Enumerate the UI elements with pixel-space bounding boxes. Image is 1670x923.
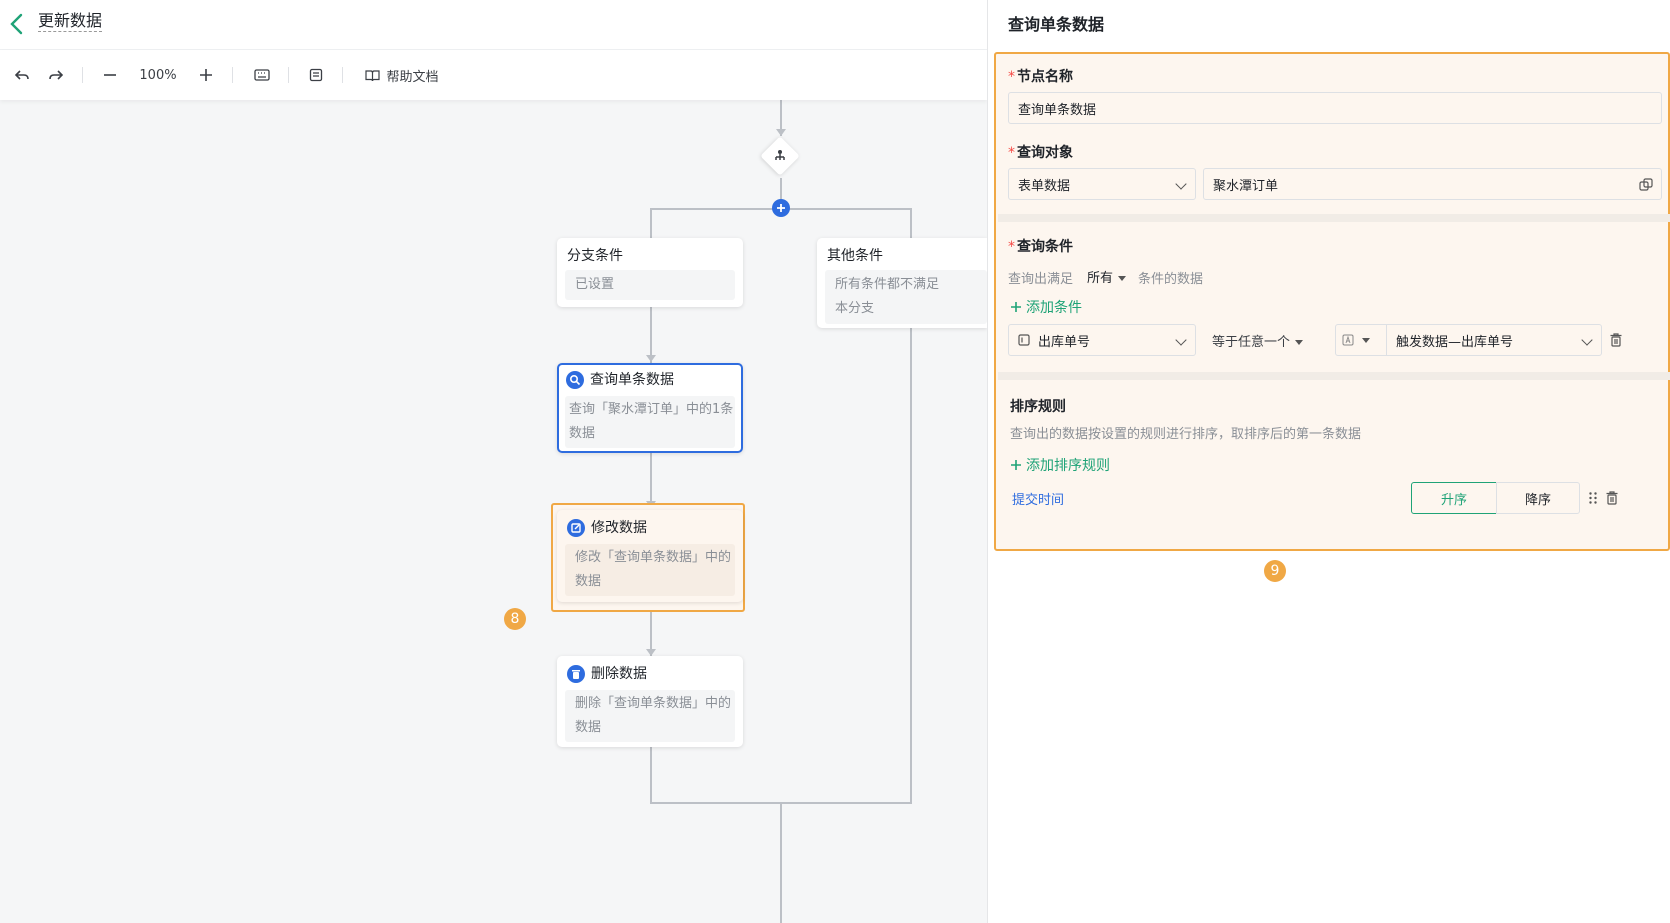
sort-ascending-button[interactable]: 升序 [1411, 482, 1497, 514]
query-object-type-select[interactable]: 表单数据 [1008, 168, 1196, 200]
modify-node-body-line1: 修改「查询单条数据」中的 [575, 550, 732, 565]
node-name-label: * 节点名称 [1008, 69, 1073, 85]
value-type-select[interactable] [1335, 324, 1387, 356]
sort-rule-label: 排序规则 [1010, 399, 1066, 415]
trash-icon [567, 665, 585, 683]
connector [910, 208, 912, 240]
chevron-down-icon [1175, 334, 1187, 346]
book-icon [365, 69, 381, 81]
condition-field-select[interactable]: 出库单号 [1008, 324, 1196, 356]
step-badge-8: 8 [504, 608, 526, 630]
properties-panel: 查询单条数据 * 节点名称 查询单条数据 * 查询对象 表单数据 聚水潭订单 * 查询… [987, 0, 1670, 923]
modify-node-body-line2: 数据 [575, 574, 602, 589]
modify-node-card[interactable]: 修改数据 修改「查询单条数据」中的 数据 [557, 510, 743, 602]
toolbar: 100% 帮助文档 [0, 50, 987, 100]
query-object-form-value: 聚水潭订单 [1213, 178, 1279, 194]
note-icon [309, 68, 323, 82]
zoom-in-button[interactable] [194, 50, 218, 100]
drag-handle-icon[interactable] [1588, 491, 1598, 505]
caret-down-icon [1362, 337, 1370, 343]
search-icon [566, 371, 584, 389]
sort-rule-description: 查询出的数据按设置的规则进行排序，取排序后的第一条数据 [1010, 427, 1362, 442]
chevron-down-icon [1175, 178, 1187, 190]
field-type-icon [1018, 334, 1030, 346]
query-node-body-line1: 查询「聚水潭订单」中的1条 [569, 402, 734, 417]
match-mode-dropdown[interactable]: 所有 [1087, 267, 1127, 286]
plus-icon [777, 204, 785, 212]
undo-button[interactable] [10, 50, 34, 100]
query-node-title: 查询单条数据 [590, 372, 674, 388]
connector [780, 804, 782, 923]
sort-descending-button[interactable]: 降序 [1496, 482, 1580, 514]
top-bar: 更新数据 [0, 0, 987, 50]
other-condition-body-line1: 所有条件都不满足 [835, 277, 940, 292]
query-object-type-value: 表单数据 [1018, 178, 1071, 194]
caret-down-icon [1118, 276, 1127, 281]
query-node-card[interactable]: 查询单条数据 查询「聚水潭订单」中的1条 数据 [557, 363, 743, 453]
operator-dropdown[interactable]: 等于任意一个 [1212, 331, 1304, 350]
plus-icon [1011, 302, 1021, 312]
plus-icon [1011, 460, 1021, 470]
divider [82, 67, 83, 83]
caret-down-icon [1295, 340, 1304, 345]
branch-condition-body: 已设置 [575, 277, 615, 292]
query-object-form-select[interactable]: 聚水潭订单 [1203, 168, 1662, 200]
delete-sort-rule-icon[interactable] [1605, 490, 1619, 506]
branch-condition-title: 分支条件 [567, 248, 623, 264]
delete-condition-icon[interactable] [1609, 332, 1623, 348]
keyboard-icon [254, 69, 270, 81]
back-button[interactable] [6, 12, 28, 36]
help-docs-label: 帮助文档 [386, 69, 439, 85]
redo-icon [49, 70, 64, 80]
modify-node-title: 修改数据 [591, 520, 647, 536]
other-condition-card[interactable]: 其他条件 所有条件都不满足 本分支 [817, 238, 987, 328]
plus-icon [200, 69, 212, 81]
sort-field-link[interactable]: 提交时间 [1012, 489, 1064, 508]
branch-icon [775, 150, 785, 160]
divider [288, 67, 289, 83]
condition-prefix: 查询出满足 [1008, 272, 1074, 287]
node-name-input[interactable]: 查询单条数据 [1008, 92, 1662, 124]
link-icon[interactable] [1639, 178, 1653, 192]
minus-icon [104, 74, 116, 76]
step-badge-9: 9 [1264, 560, 1286, 582]
add-sort-rule-button[interactable]: 添加排序规则 [1010, 455, 1110, 475]
page-title[interactable]: 更新数据 [38, 11, 103, 32]
text-type-icon [1342, 334, 1354, 346]
delete-node-card[interactable]: 删除数据 删除「查询单条数据」中的 数据 [557, 656, 743, 747]
branch-condition-card[interactable]: 分支条件 已设置 [557, 238, 743, 307]
connector [650, 208, 652, 240]
divider [232, 67, 233, 83]
query-condition-label: * 查询条件 [1008, 239, 1073, 255]
delete-node-title: 删除数据 [591, 666, 647, 682]
chevron-left-icon [10, 13, 23, 35]
edit-icon [567, 519, 585, 537]
add-branch-button[interactable] [772, 199, 790, 217]
condition-value-select[interactable]: 触发数据—出库单号 [1386, 324, 1602, 356]
section-divider [998, 214, 1670, 222]
add-condition-button[interactable]: 添加条件 [1010, 297, 1082, 317]
query-object-label: * 查询对象 [1008, 145, 1073, 161]
redo-button[interactable] [44, 50, 68, 100]
flow-canvas[interactable]: 分支条件 已设置 其他条件 所有条件都不满足 本分支 查询单条数据 查询「聚水潭… [0, 0, 987, 923]
section-divider [998, 372, 1670, 380]
panel-form-highlight: * 节点名称 查询单条数据 * 查询对象 表单数据 聚水潭订单 * 查询条件 查询出满… [994, 52, 1670, 551]
other-condition-title: 其他条件 [827, 248, 883, 264]
panel-title: 查询单条数据 [1008, 15, 1105, 34]
connector [650, 747, 652, 804]
connector [910, 328, 912, 804]
keyboard-button[interactable] [250, 50, 274, 100]
help-docs-button[interactable]: 帮助文档 [362, 50, 442, 100]
other-condition-body-line2: 本分支 [835, 301, 875, 316]
query-node-body-line2: 数据 [569, 426, 596, 441]
chevron-down-icon [1581, 334, 1593, 346]
delete-node-body-line1: 删除「查询单条数据」中的 [575, 696, 732, 711]
condition-suffix: 条件的数据 [1138, 272, 1204, 287]
divider [342, 67, 343, 83]
delete-node-body-line2: 数据 [575, 720, 602, 735]
zoom-level: 100% [139, 67, 177, 83]
comment-button[interactable] [304, 50, 328, 100]
zoom-out-button[interactable] [98, 50, 122, 100]
undo-icon [14, 70, 29, 80]
